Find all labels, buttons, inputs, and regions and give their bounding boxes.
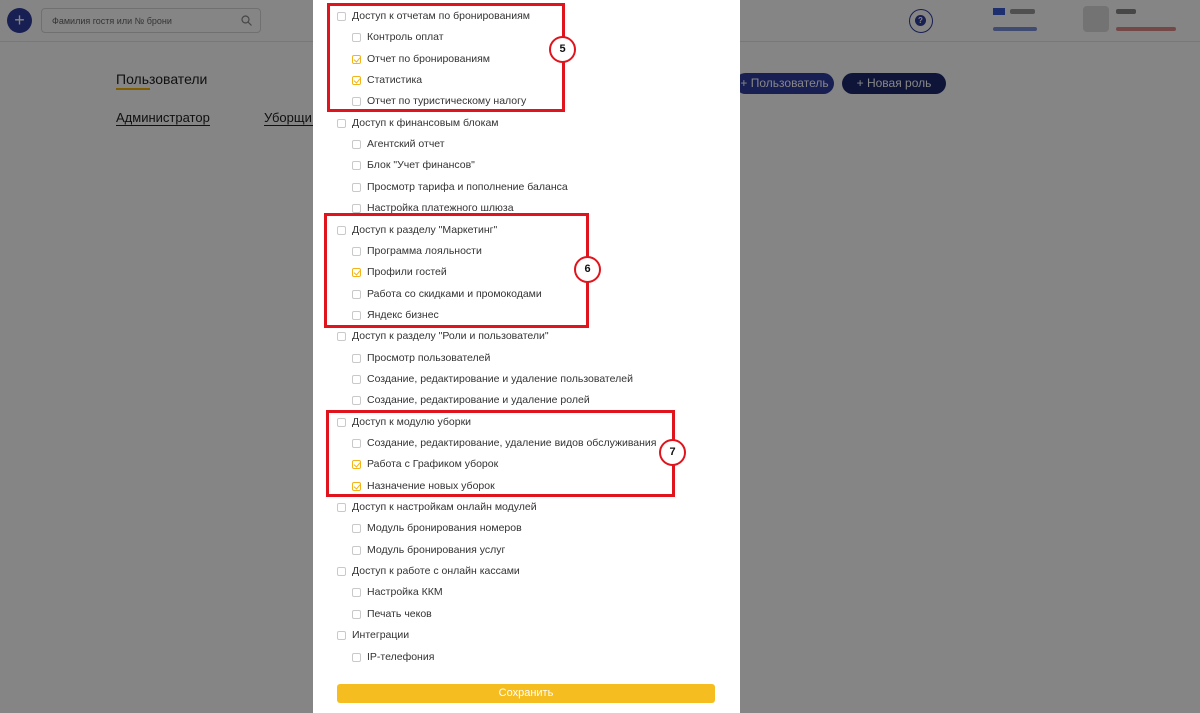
annotation-badge-6: 6 xyxy=(574,256,601,283)
permission-label: Доступ к разделу "Роли и пользователи" xyxy=(352,330,549,342)
permission-group[interactable]: Доступ к работе с онлайн кассами xyxy=(337,563,520,579)
permission-item[interactable]: Создание, редактирование и удаление роле… xyxy=(352,392,590,408)
permission-item[interactable]: Печать чеков xyxy=(352,606,432,622)
permission-item[interactable]: IP-телефония xyxy=(352,649,434,665)
checkbox[interactable] xyxy=(337,502,346,512)
checkbox[interactable] xyxy=(352,182,361,192)
permission-label: Доступ к работе с онлайн кассами xyxy=(352,565,520,577)
highlight-box-6 xyxy=(324,213,589,328)
permission-group[interactable]: Доступ к финансовым блокам xyxy=(337,115,499,131)
permission-label: Просмотр пользователей xyxy=(367,352,491,364)
checkbox[interactable] xyxy=(352,203,361,213)
permission-item[interactable]: Блок "Учет финансов" xyxy=(352,157,475,173)
permission-item[interactable]: Просмотр пользователей xyxy=(352,350,490,366)
permission-label: Создание, редактирование и удаление роле… xyxy=(367,394,590,406)
checkbox[interactable] xyxy=(352,523,361,533)
save-button[interactable]: Сохранить xyxy=(337,684,715,703)
permission-label: Модуль бронирования номеров xyxy=(367,522,522,534)
permission-label: Настройка ККМ xyxy=(367,586,443,598)
permission-label: Просмотр тарифа и пополнение баланса xyxy=(367,181,568,193)
permission-group[interactable]: Доступ к настройкам онлайн модулей xyxy=(337,499,537,515)
checkbox[interactable] xyxy=(352,587,361,597)
permission-group[interactable]: Доступ к разделу "Роли и пользователи" xyxy=(337,328,549,344)
permission-label: Интеграции xyxy=(352,629,410,641)
checkbox[interactable] xyxy=(352,395,361,405)
highlight-box-7 xyxy=(326,410,675,497)
permission-item[interactable]: Создание, редактирование и удаление поль… xyxy=(352,371,633,387)
highlight-box-5 xyxy=(327,3,565,112)
checkbox[interactable] xyxy=(337,331,346,341)
permission-label: Доступ к настройкам онлайн модулей xyxy=(352,501,537,513)
permission-label: Агентский отчет xyxy=(367,138,445,150)
permission-group[interactable]: Интеграции xyxy=(337,627,409,643)
permission-item[interactable]: Модуль бронирования номеров xyxy=(352,520,522,536)
checkbox[interactable] xyxy=(352,545,361,555)
checkbox[interactable] xyxy=(352,609,361,619)
annotation-badge-7: 7 xyxy=(659,439,686,466)
checkbox[interactable] xyxy=(352,160,361,170)
permission-label: Блок "Учет финансов" xyxy=(367,159,475,171)
permission-label: Печать чеков xyxy=(367,608,432,620)
permission-label: Модуль бронирования услуг xyxy=(367,544,506,556)
permission-item[interactable]: Просмотр тарифа и пополнение баланса xyxy=(352,179,568,195)
checkbox[interactable] xyxy=(337,118,346,128)
checkbox[interactable] xyxy=(337,630,346,640)
checkbox[interactable] xyxy=(352,353,361,363)
permission-label: IP-телефония xyxy=(367,651,435,663)
permission-label: Доступ к финансовым блокам xyxy=(352,117,499,129)
permission-item[interactable]: Агентский отчет xyxy=(352,136,445,152)
permission-label: Создание, редактирование и удаление поль… xyxy=(367,373,633,385)
checkbox[interactable] xyxy=(337,566,346,576)
permission-item[interactable]: Модуль бронирования услуг xyxy=(352,542,505,558)
checkbox[interactable] xyxy=(352,652,361,662)
permission-item[interactable]: Настройка ККМ xyxy=(352,584,443,600)
annotation-badge-5: 5 xyxy=(549,36,576,63)
checkbox[interactable] xyxy=(352,139,361,149)
checkbox[interactable] xyxy=(352,374,361,384)
